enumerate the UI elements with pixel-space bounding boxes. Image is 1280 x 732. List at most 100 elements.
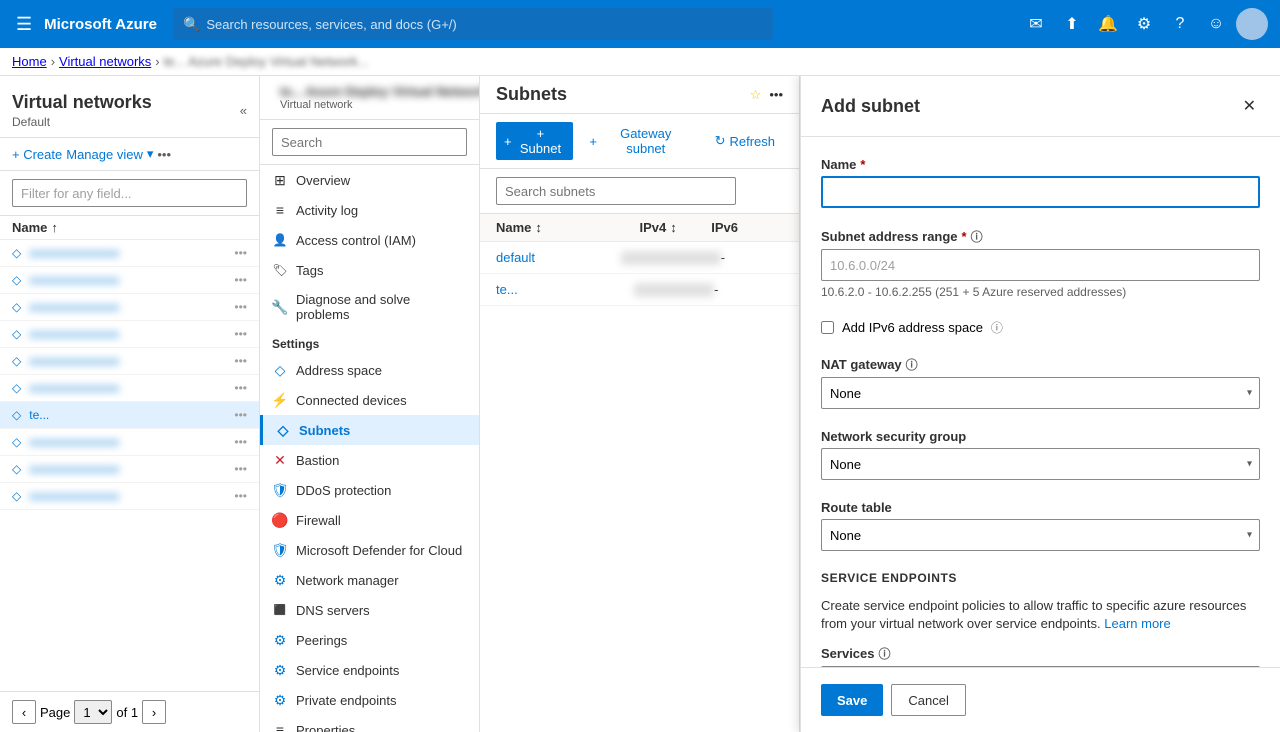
list-item-more[interactable]: ••• (234, 327, 247, 341)
table-row[interactable]: default - (480, 242, 799, 274)
nav-item-activity-log[interactable]: ≡ Activity log (260, 195, 479, 225)
sort-icon[interactable]: ↕ (535, 220, 542, 235)
nsg-select[interactable]: None (821, 448, 1260, 480)
list-item[interactable]: ◇ xxxxxxxxxxxxxxx ••• (0, 240, 259, 267)
global-search[interactable]: 🔍 (173, 8, 773, 40)
cell-ipv4 (621, 251, 721, 265)
settings-icon[interactable]: ⚙ (1128, 8, 1160, 40)
list-item[interactable]: ◇ xxxxxxxxxxxxxxx ••• (0, 456, 259, 483)
nat-gateway-group: NAT gateway ⓘ None ▾ (821, 356, 1260, 409)
list-item[interactable]: ◇ xxxxxxxxxxxxxxx ••• (0, 429, 259, 456)
more-options-icon[interactable]: ••• (769, 87, 783, 102)
list-item-more[interactable]: ••• (234, 435, 247, 449)
list-item-more[interactable]: ••• (234, 246, 247, 260)
info-icon[interactable]: ⓘ (971, 228, 983, 245)
add-subnet-button[interactable]: + + Subnet (496, 122, 573, 160)
nav-item-label: Connected devices (296, 393, 407, 408)
list-item[interactable]: ◇ xxxxxxxxxxxxxxx ••• (0, 348, 259, 375)
resource-name: te... Azure Deploy Virtual Network... (280, 84, 480, 99)
info-icon[interactable]: ⓘ (906, 356, 918, 373)
nat-gateway-select[interactable]: None (821, 377, 1260, 409)
list-item[interactable]: ◇ xxxxxxxxxxxxxxx ••• (0, 267, 259, 294)
subnet-search-input[interactable] (496, 177, 736, 205)
name-input[interactable] (821, 176, 1260, 208)
gateway-label: Gateway subnet (601, 126, 691, 156)
hamburger-menu[interactable]: ☰ (12, 10, 36, 39)
next-page-button[interactable]: › (142, 700, 166, 724)
list-item[interactable]: ◇ xxxxxxxxxxxxxxx ••• (0, 483, 259, 510)
nav-item-label: Tags (296, 263, 323, 278)
list-item-more[interactable]: ••• (234, 354, 247, 368)
route-table-select[interactable]: None (821, 519, 1260, 551)
iam-icon: 👤 (272, 232, 288, 248)
email-icon[interactable]: ✉ (1020, 8, 1052, 40)
sort-icon[interactable]: ↑ (51, 220, 58, 235)
info-icon[interactable]: ⓘ (991, 319, 1003, 336)
list-item-more[interactable]: ••• (234, 489, 247, 503)
nav-item-peerings[interactable]: ⚙ Peerings (260, 625, 479, 655)
sort-icon[interactable]: ↕ (670, 220, 677, 235)
list-item-name: te... (29, 408, 234, 422)
gateway-subnet-button[interactable]: + Gateway subnet (581, 122, 698, 160)
close-button[interactable]: ✕ (1239, 92, 1260, 120)
list-item-more[interactable]: ••• (234, 273, 247, 287)
cloud-upload-icon[interactable]: ⬆ (1056, 8, 1088, 40)
nav-item-subnets[interactable]: ◇ Subnets (260, 415, 479, 445)
breadcrumb-vnet[interactable]: Virtual networks (59, 54, 151, 69)
topbar-icons: ✉ ⬆ 🔔 ⚙ ? ☺ (1020, 8, 1268, 40)
global-search-input[interactable] (206, 17, 763, 32)
list-item-active[interactable]: ◇ te... ••• (0, 402, 259, 429)
nav-item-bastion[interactable]: ✕ Bastion (260, 445, 479, 475)
feedback-icon[interactable]: ☺ (1200, 8, 1232, 40)
breadcrumb-home[interactable]: Home (12, 54, 47, 69)
nav-item-properties[interactable]: ≡ Properties (260, 715, 479, 732)
list-item-more[interactable]: ••• (234, 300, 247, 314)
ipv6-checkbox[interactable] (821, 321, 834, 334)
learn-more-link[interactable]: Learn more (1104, 616, 1170, 631)
table-row[interactable]: te... - (480, 274, 799, 306)
nav-item-service-endpoints[interactable]: ⚙ Service endpoints (260, 655, 479, 685)
help-icon[interactable]: ? (1164, 8, 1196, 40)
page-select[interactable]: 1 (74, 700, 112, 724)
nav-item-overview[interactable]: ⊞ Overview (260, 165, 479, 195)
save-button[interactable]: Save (821, 684, 883, 716)
list-item[interactable]: ◇ xxxxxxxxxxxxxxx ••• (0, 294, 259, 321)
create-button[interactable]: + Create (12, 147, 62, 162)
list-item[interactable]: ◇ xxxxxxxxxxxxxxx ••• (0, 375, 259, 402)
nav-item-dns[interactable]: ⬛ DNS servers (260, 595, 479, 625)
nav-item-firewall[interactable]: 🔴 Firewall (260, 505, 479, 535)
left-panel-collapse[interactable]: « (240, 103, 247, 118)
info-icon[interactable]: ⓘ (879, 645, 891, 662)
nav-item-diagnose[interactable]: 🔧 Diagnose and solve problems (260, 285, 479, 329)
favorite-icon[interactable]: ☆ (750, 87, 762, 103)
nav-item-network-manager[interactable]: ⚙ Network manager (260, 565, 479, 595)
prev-page-button[interactable]: ‹ (12, 700, 36, 724)
nav-item-ddos[interactable]: 🛡 DDoS protection (260, 475, 479, 505)
nav-item-defender[interactable]: 🛡 Microsoft Defender for Cloud (260, 535, 479, 565)
table-header: Name ↕ IPv4 ↕ IPv6 (480, 214, 799, 242)
left-panel-header: Virtual networks Default « (0, 76, 259, 138)
nav-item-connected-devices[interactable]: ⚡ Connected devices (260, 385, 479, 415)
subnet-label: + Subnet (516, 126, 566, 156)
list-item-more[interactable]: ••• (234, 462, 247, 476)
nav-item-label: Microsoft Defender for Cloud (296, 543, 462, 558)
notifications-icon[interactable]: 🔔 (1092, 8, 1124, 40)
services-select[interactable]: 0 selected (821, 666, 1260, 667)
more-options-icon[interactable]: ••• (157, 147, 171, 162)
nav-item-iam[interactable]: 👤 Access control (IAM) (260, 225, 479, 255)
subnet-address-input[interactable] (821, 249, 1260, 281)
list-item[interactable]: ◇ xxxxxxxxxxxxxxx ••• (0, 321, 259, 348)
user-avatar[interactable] (1236, 8, 1268, 40)
list-item-more[interactable]: ••• (234, 381, 247, 395)
nav-search-input[interactable] (272, 128, 467, 156)
filter-input[interactable] (12, 179, 247, 207)
list-item-more[interactable]: ••• (234, 408, 247, 422)
manage-view-button[interactable]: Manage view ▾ (66, 146, 153, 162)
cancel-button[interactable]: Cancel (891, 684, 965, 716)
nav-item-label: Peerings (296, 633, 347, 648)
refresh-button[interactable]: ↻ Refresh (707, 129, 783, 153)
nav-item-tags[interactable]: 🏷 Tags (260, 255, 479, 285)
properties-icon: ≡ (272, 722, 288, 732)
nav-item-private-endpoints[interactable]: ⚙ Private endpoints (260, 685, 479, 715)
nav-item-address-space[interactable]: ◇ Address space (260, 355, 479, 385)
